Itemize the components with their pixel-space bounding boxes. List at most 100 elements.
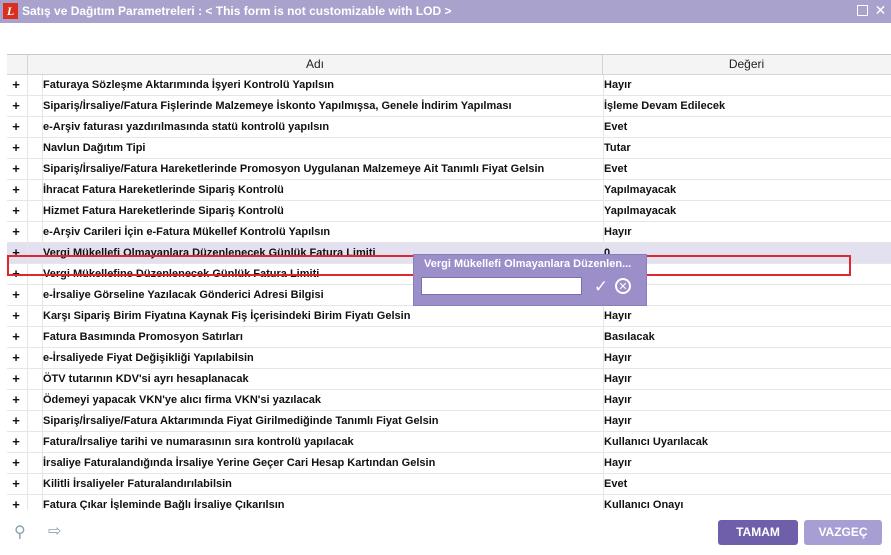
expand-icon[interactable]: + xyxy=(7,474,25,494)
parameter-value[interactable]: İşleme Devam Edilecek xyxy=(603,96,884,116)
parameter-name: İrsaliye Faturalandığında İrsaliye Yerin… xyxy=(42,453,601,473)
parameter-name: Sipariş/İrsaliye/Fatura Fişlerinde Malze… xyxy=(42,96,601,116)
parameter-value[interactable]: Hayır xyxy=(603,390,884,410)
table-row[interactable]: + Navlun Dağıtım Tipi Tutar xyxy=(7,138,891,159)
next-arrow-icon[interactable]: ⇨ xyxy=(48,521,61,541)
parameter-name: Faturaya Sözleşme Aktarımında İşyeri Kon… xyxy=(42,75,601,95)
table-row[interactable]: + Fatura Çıkar İşleminde Bağlı İrsaliye Ç… xyxy=(7,495,891,511)
parameter-value[interactable]: Hayır xyxy=(603,75,884,95)
table-row[interactable]: + Ödemeyi yapacak VKN'ye alıcı firma VKN'… xyxy=(7,390,891,411)
table-row[interactable]: + Karşı Sipariş Birim Fiyatına Kaynak Fiş… xyxy=(7,306,891,327)
search-icon[interactable]: ⚲ xyxy=(14,522,26,542)
expand-icon[interactable]: + xyxy=(7,390,25,410)
parameter-name: Fatura Çıkar İşleminde Bağlı İrsaliye Çı… xyxy=(42,495,601,511)
expand-icon[interactable]: + xyxy=(7,285,25,305)
cell-divider xyxy=(27,243,28,263)
cell-divider xyxy=(27,285,28,305)
parameter-value[interactable]: Basılacak xyxy=(603,327,884,347)
cell-divider xyxy=(27,180,28,200)
app-logo: L xyxy=(3,3,18,19)
maximize-button[interactable] xyxy=(855,3,870,18)
parameter-name: ÖTV tutarının KDV'si ayrı hesaplanacak xyxy=(42,369,601,389)
parameter-name: İhracat Fatura Hareketlerinde Sipariş Ko… xyxy=(42,180,601,200)
parameter-name: Karşı Sipariş Birim Fiyatına Kaynak Fiş … xyxy=(42,306,601,326)
table-row[interactable]: + Kilitli İrsaliyeler Faturalandırılabils… xyxy=(7,474,891,495)
parameter-name: Navlun Dağıtım Tipi xyxy=(42,138,601,158)
cell-divider xyxy=(27,369,28,389)
parameter-value[interactable]: Kullanıcı Onayı xyxy=(603,495,884,511)
table-row[interactable]: + Sipariş/İrsaliye/Fatura Aktarımında Fiy… xyxy=(7,411,891,432)
parameter-value[interactable]: Evet xyxy=(603,474,884,494)
column-header-value[interactable]: Değeri xyxy=(602,55,891,74)
cancel-button[interactable]: VAZGEÇ xyxy=(804,520,882,545)
table-row[interactable]: + Faturaya Sözleşme Aktarımında İşyeri Ko… xyxy=(7,75,891,96)
expand-icon[interactable]: + xyxy=(7,327,25,347)
expand-icon[interactable]: + xyxy=(7,159,25,179)
parameter-value[interactable]: Hayır xyxy=(603,369,884,389)
table-row[interactable]: + Sipariş/İrsaliye/Fatura Hareketlerinde … xyxy=(7,159,891,180)
expand-icon[interactable]: + xyxy=(7,264,25,284)
table-row[interactable]: + İhracat Fatura Hareketlerinde Sipariş K… xyxy=(7,180,891,201)
parameter-value[interactable]: Yapılmayacak xyxy=(603,201,884,221)
expand-icon[interactable]: + xyxy=(7,180,25,200)
parameter-value[interactable]: Hayır xyxy=(603,306,884,326)
limit-value-input[interactable] xyxy=(421,277,582,295)
table-row[interactable]: + Sipariş/İrsaliye/Fatura Fişlerinde Malz… xyxy=(7,96,891,117)
table-row[interactable]: + e-Arşiv faturası yazdırılmasında statü … xyxy=(7,117,891,138)
cell-divider xyxy=(27,306,28,326)
expand-icon[interactable]: + xyxy=(7,222,25,242)
cell-divider xyxy=(27,453,28,473)
expand-icon[interactable]: + xyxy=(7,348,25,368)
cell-divider xyxy=(27,390,28,410)
parameter-name: Sipariş/İrsaliye/Fatura Hareketlerinde P… xyxy=(42,159,601,179)
expand-icon[interactable]: + xyxy=(7,432,25,452)
parameter-value[interactable]: Yapılmayacak xyxy=(603,180,884,200)
parameter-value[interactable]: Hayır xyxy=(603,411,884,431)
expand-icon[interactable]: + xyxy=(7,75,25,95)
parameter-value[interactable]: Evet xyxy=(603,159,884,179)
expand-icon[interactable]: + xyxy=(7,369,25,389)
expand-icon[interactable]: + xyxy=(7,201,25,221)
table-row[interactable]: + Hizmet Fatura Hareketlerinde Sipariş Ko… xyxy=(7,201,891,222)
inline-edit-popup: Vergi Mükellefi Olmayanlara Düzenlen... … xyxy=(413,254,647,306)
table-row[interactable]: + e-Arşiv Carileri İçin e-Fatura Mükellef… xyxy=(7,222,891,243)
parameter-name: Fatura/İrsaliye tarihi ve numarasının sı… xyxy=(42,432,601,452)
parameter-value[interactable]: Hayır xyxy=(603,453,884,473)
confirm-icon[interactable]: ✓ xyxy=(591,277,611,297)
cell-divider xyxy=(27,348,28,368)
table-row[interactable]: + Fatura/İrsaliye tarihi ve numarasının s… xyxy=(7,432,891,453)
cell-divider xyxy=(27,222,28,242)
close-button[interactable]: ✕ xyxy=(873,3,888,18)
ok-button[interactable]: TAMAM xyxy=(718,520,798,545)
column-header-name[interactable]: Adı xyxy=(27,55,603,74)
parameter-name: Hizmet Fatura Hareketlerinde Sipariş Kon… xyxy=(42,201,601,221)
expand-icon[interactable]: + xyxy=(7,495,25,511)
cell-divider xyxy=(27,75,28,95)
cell-divider xyxy=(27,495,28,511)
cell-divider xyxy=(27,411,28,431)
table-row[interactable]: + e-İrsaliyede Fiyat Değişikliği Yapılabi… xyxy=(7,348,891,369)
footer: ⚲ ⇨ TAMAM VAZGEÇ xyxy=(0,510,891,555)
expand-icon[interactable]: + xyxy=(7,138,25,158)
table-row[interactable]: + Fatura Basımında Promosyon Satırları Bas… xyxy=(7,327,891,348)
parameter-value[interactable]: Hayır xyxy=(603,222,884,242)
close-icon: ✕ xyxy=(874,2,887,18)
cell-divider xyxy=(27,159,28,179)
parameter-value[interactable]: Hayır xyxy=(603,348,884,368)
cancel-icon[interactable]: ✕ xyxy=(615,278,631,294)
expand-icon[interactable]: + xyxy=(7,306,25,326)
grid-header: Adı Değeri xyxy=(7,55,891,75)
parameter-value[interactable]: Evet xyxy=(603,117,884,137)
expand-icon[interactable]: + xyxy=(7,243,25,263)
parameter-name: e-Arşiv Carileri İçin e-Fatura Mükellef … xyxy=(42,222,601,242)
expand-icon[interactable]: + xyxy=(7,96,25,116)
parameter-value[interactable]: Tutar xyxy=(603,138,884,158)
expand-icon[interactable]: + xyxy=(7,411,25,431)
expand-icon[interactable]: + xyxy=(7,117,25,137)
expand-icon[interactable]: + xyxy=(7,453,25,473)
table-row[interactable]: + İrsaliye Faturalandığında İrsaliye Yeri… xyxy=(7,453,891,474)
title-bar: L Satış ve Dağıtım Parametreleri : < Thi… xyxy=(0,0,891,23)
parameter-name: Sipariş/İrsaliye/Fatura Aktarımında Fiya… xyxy=(42,411,601,431)
parameter-value[interactable]: Kullanıcı Uyarılacak xyxy=(603,432,884,452)
table-row[interactable]: + ÖTV tutarının KDV'si ayrı hesaplanacak H… xyxy=(7,369,891,390)
